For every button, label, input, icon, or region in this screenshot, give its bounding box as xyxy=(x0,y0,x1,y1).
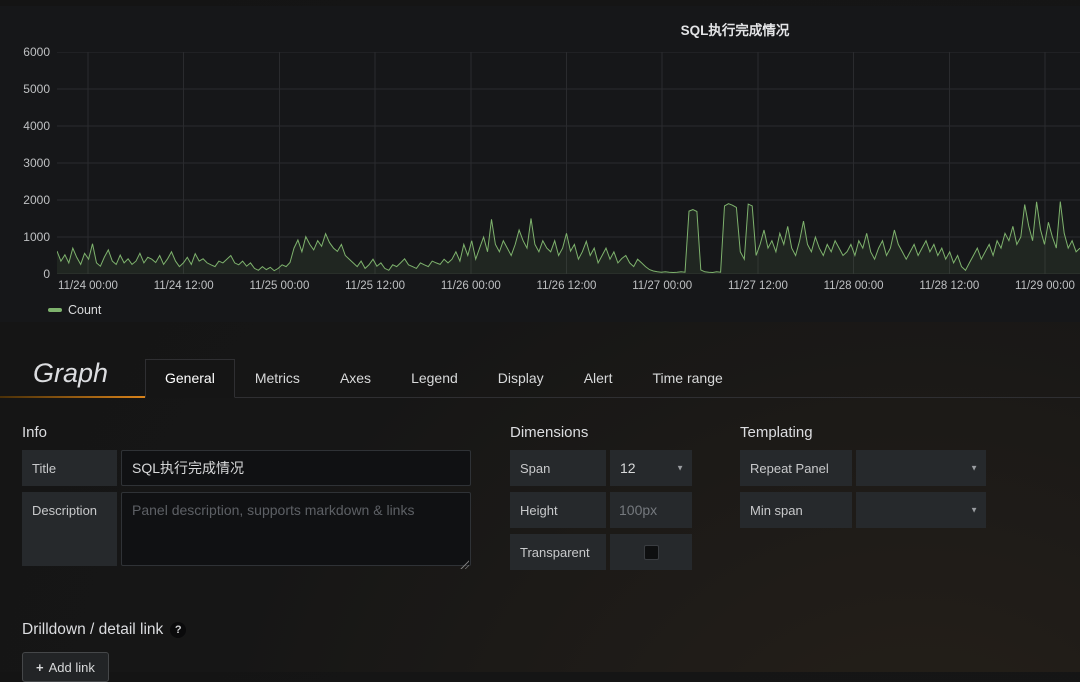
transparent-checkbox[interactable] xyxy=(643,544,659,560)
chevron-down-icon: ▼ xyxy=(970,505,978,515)
info-section: Info Title Description xyxy=(22,424,471,577)
transparent-row: Transparent xyxy=(510,534,692,570)
y-tick-label: 4000 xyxy=(23,119,50,133)
x-tick-label: 11/26 12:00 xyxy=(536,280,597,292)
repeat-panel-row: Repeat Panel ▼ xyxy=(740,450,986,486)
span-select-value: 12 xyxy=(620,460,636,476)
repeat-panel-label: Repeat Panel xyxy=(740,450,852,486)
y-tick-label: 5000 xyxy=(23,82,50,96)
legend-series-label[interactable]: Count xyxy=(68,303,101,317)
add-link-button[interactable]: + Add link xyxy=(22,652,109,682)
x-tick-label: 11/27 12:00 xyxy=(727,280,788,292)
description-label: Description xyxy=(22,492,117,566)
height-input[interactable] xyxy=(610,492,692,528)
x-tick-label: 11/28 00:00 xyxy=(823,280,884,292)
info-heading: Info xyxy=(22,424,48,441)
transparent-field xyxy=(610,534,692,570)
x-tick-label: 11/25 00:00 xyxy=(249,280,310,292)
repeat-panel-select[interactable]: ▼ xyxy=(856,450,986,486)
x-tick-label: 11/29 00:00 xyxy=(1015,280,1075,292)
timeseries-chart[interactable] xyxy=(57,52,1080,274)
y-tick-label: 0 xyxy=(43,267,50,281)
x-tick-label: 11/28 12:00 xyxy=(919,280,980,292)
y-tick-label: 6000 xyxy=(23,45,50,59)
span-label: Span xyxy=(510,450,606,486)
templating-section: Templating Repeat Panel ▼ Min span ▼ xyxy=(740,424,986,577)
min-span-select[interactable]: ▼ xyxy=(856,492,986,528)
transparent-label: Transparent xyxy=(510,534,606,570)
plus-icon: + xyxy=(36,659,44,675)
tab-display[interactable]: Display xyxy=(478,359,564,398)
panel-title[interactable]: SQL执行完成情况 xyxy=(681,19,790,39)
tab-metrics[interactable]: Metrics xyxy=(235,359,320,398)
legend: Count xyxy=(48,303,101,317)
tab-axes[interactable]: Axes xyxy=(320,359,391,398)
min-span-label: Min span xyxy=(740,492,852,528)
tab-alert[interactable]: Alert xyxy=(564,359,633,398)
panel-type-title: Graph xyxy=(33,358,109,388)
min-span-row: Min span ▼ xyxy=(740,492,986,528)
x-tick-label: 11/24 00:00 xyxy=(58,280,118,292)
height-label: Height xyxy=(510,492,606,528)
dimensions-heading: Dimensions xyxy=(510,424,589,441)
add-link-label: Add link xyxy=(48,659,95,675)
editor-tabs: General Metrics Axes Legend Display Alert Time… xyxy=(145,359,743,398)
span-select[interactable]: 12 ▼ xyxy=(610,450,692,486)
tab-time-range[interactable]: Time range xyxy=(632,359,742,398)
title-input[interactable] xyxy=(121,450,471,486)
templating-heading: Templating xyxy=(740,424,813,441)
description-textarea[interactable] xyxy=(121,492,471,566)
x-tick-label: 11/26 00:00 xyxy=(440,280,501,292)
x-tick-label: 11/25 12:00 xyxy=(345,280,406,292)
y-tick-label: 1000 xyxy=(23,230,50,244)
drilldown-heading: Drilldown / detail link xyxy=(22,621,164,638)
editor-header: Graph General Metrics Axes Legend Display Ale… xyxy=(0,346,1080,398)
y-tick-label: 2000 xyxy=(23,193,50,207)
title-row: Title xyxy=(22,450,471,486)
dimensions-section: Dimensions Span 12 ▼ Height Transparent xyxy=(510,424,692,577)
help-icon[interactable]: ? xyxy=(170,622,187,638)
y-tick-label: 3000 xyxy=(23,156,50,170)
tab-legend[interactable]: Legend xyxy=(391,359,478,398)
panel-editor: Graph General Metrics Axes Legend Display Ale… xyxy=(0,346,1080,682)
title-label: Title xyxy=(22,450,117,486)
description-row: Description xyxy=(22,492,471,571)
chevron-down-icon: ▼ xyxy=(676,463,684,473)
span-row: Span 12 ▼ xyxy=(510,450,692,486)
chevron-down-icon: ▼ xyxy=(970,463,978,473)
graph-panel: SQL执行完成情况 11/24 00:00 11/24 12:00 11/25 00… xyxy=(0,6,1080,322)
legend-series-icon[interactable] xyxy=(48,308,62,312)
drilldown-section: Drilldown / detail link ? xyxy=(22,621,1080,639)
height-row: Height xyxy=(510,492,692,528)
x-tick-label: 11/27 00:00 xyxy=(632,280,693,292)
x-tick-label: 11/24 12:00 xyxy=(153,280,214,292)
editor-body: Info Title Description Dimensions Span xyxy=(0,398,1080,682)
tab-general[interactable]: General xyxy=(145,359,235,398)
